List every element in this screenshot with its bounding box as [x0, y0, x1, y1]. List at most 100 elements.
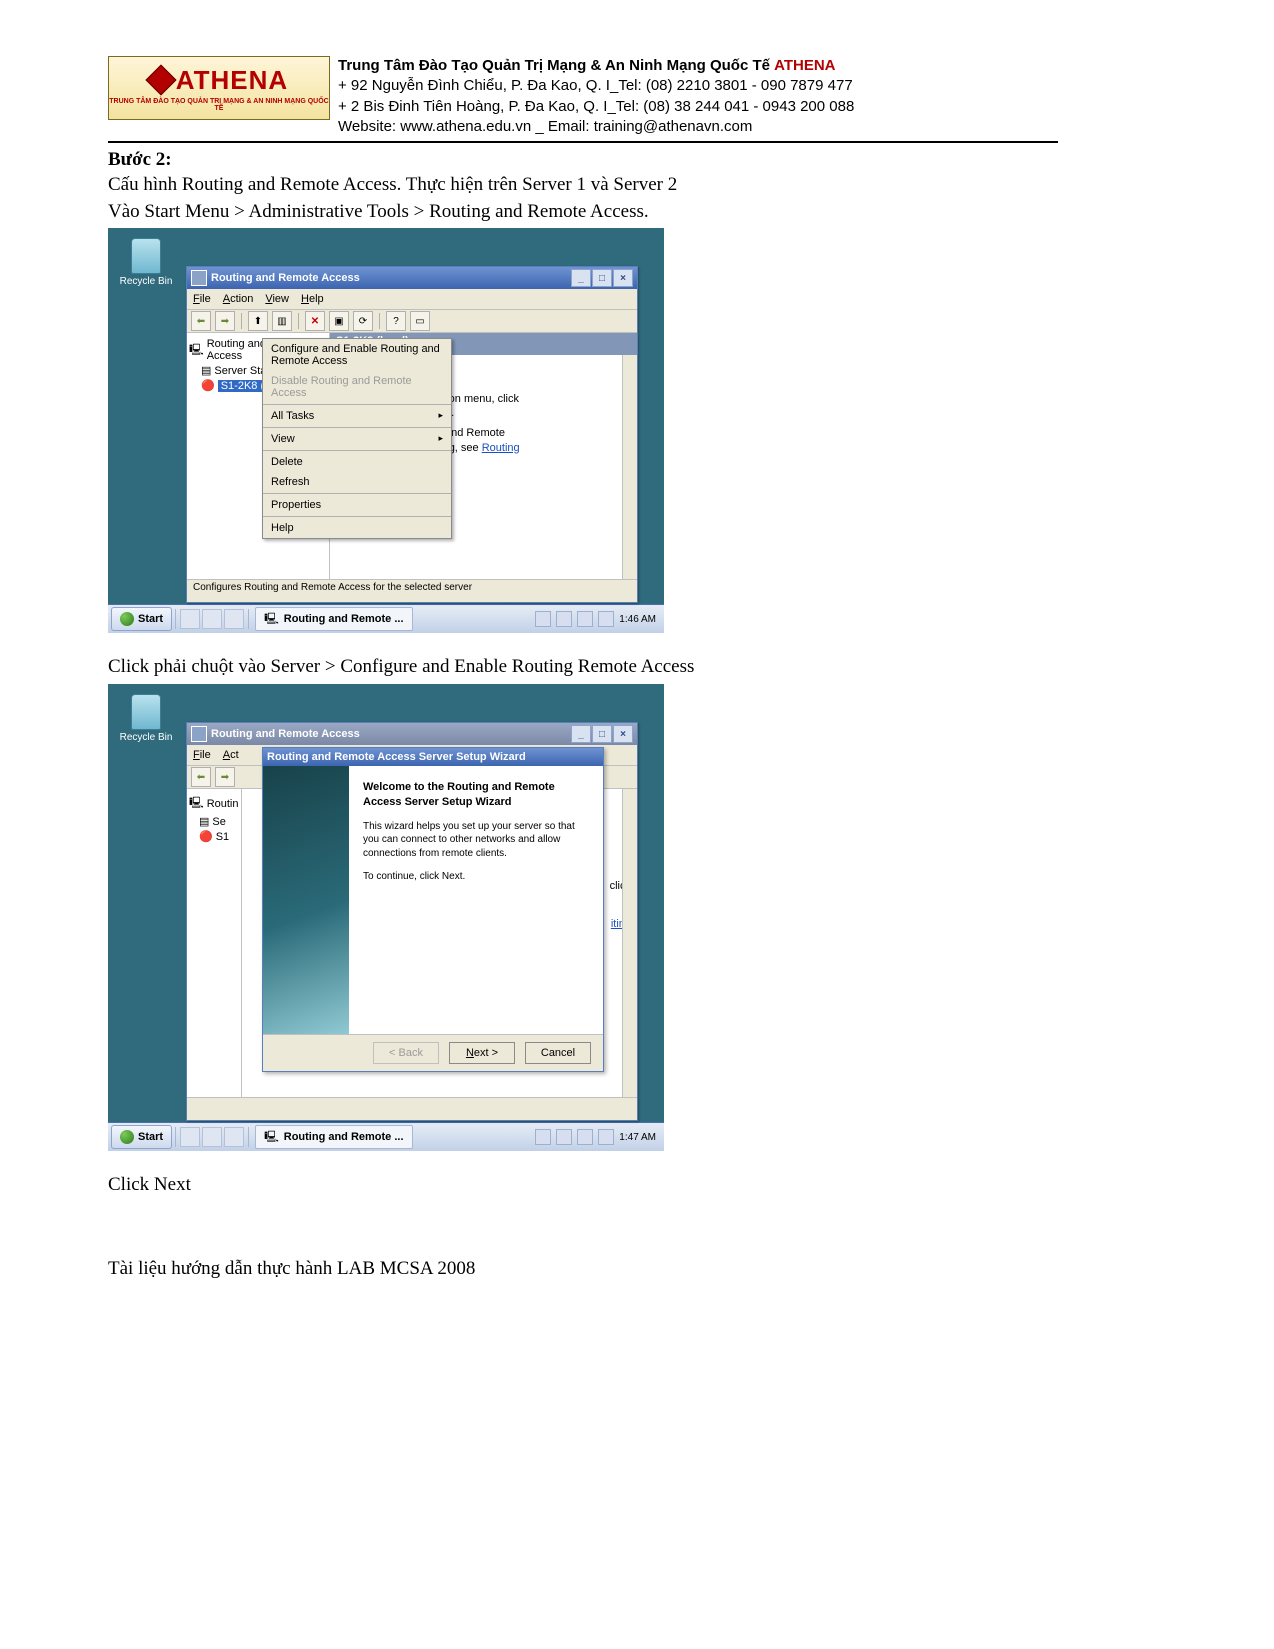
next-button[interactable]: Next >: [449, 1042, 515, 1064]
app-icon: [191, 270, 207, 286]
clock: 1:47 AM: [619, 1132, 656, 1143]
delete-button[interactable]: ✕: [305, 311, 325, 331]
setup-wizard: Routing and Remote Access Server Setup W…: [262, 747, 604, 1072]
wizard-titlebar[interactable]: Routing and Remote Access Server Setup W…: [263, 748, 603, 766]
header-addr2: + 2 Bis Đinh Tiên Hoàng, P. Đa Kao, Q. I…: [338, 97, 854, 117]
ctx-help[interactable]: Help: [263, 518, 451, 538]
extra-button[interactable]: ▭: [410, 311, 430, 331]
title-bar[interactable]: Routing and Remote Access _ □ ×: [187, 267, 637, 289]
maximize-button[interactable]: □: [592, 725, 612, 743]
step-p3: Click phải chuột vào Server > Configure …: [108, 655, 1058, 680]
tray-icon-3[interactable]: [577, 611, 593, 627]
show-hide-button[interactable]: ▥: [272, 311, 292, 331]
tray-icon-4[interactable]: [598, 611, 614, 627]
app-icon: [191, 726, 207, 742]
tray-icon-1[interactable]: [535, 611, 551, 627]
menu-bar: File Action View Help: [187, 289, 637, 310]
cancel-button[interactable]: Cancel: [525, 1042, 591, 1064]
quick-launch: [175, 1127, 249, 1147]
refresh-button[interactable]: ⟳: [353, 311, 373, 331]
ctx-delete[interactable]: Delete: [263, 452, 451, 472]
system-tray: 1:47 AM: [527, 1129, 664, 1145]
tree-s1[interactable]: 🔴 S1: [189, 829, 239, 844]
close-button[interactable]: ×: [613, 725, 633, 743]
tree-pane: 🖳 Routin ▤ Se 🔴 S1: [187, 789, 242, 1097]
document-header: ATHENA TRUNG TÂM ĐÀO TẠO QUẢN TRỊ MẠNG &…: [108, 56, 1058, 143]
back-button[interactable]: ⬅: [191, 311, 211, 331]
recycle-bin-icon: [131, 238, 161, 274]
minimize-button[interactable]: _: [571, 725, 591, 743]
menu-action[interactable]: Act: [223, 749, 239, 761]
forward-button[interactable]: ➡: [215, 767, 235, 787]
tray-icon-2[interactable]: [556, 611, 572, 627]
ctx-view[interactable]: View: [263, 429, 451, 449]
wizard-content: Welcome to the Routing and Remote Access…: [349, 766, 603, 1034]
ql-item-1[interactable]: [180, 1127, 200, 1147]
header-title: Trung Tâm Đào Tạo Quản Trị Mạng & An Nin…: [338, 57, 774, 74]
wizard-h2: Access Server Setup Wizard: [363, 796, 511, 808]
header-brand: ATHENA: [774, 57, 835, 74]
ql-item-1[interactable]: [180, 609, 200, 629]
window-title: Routing and Remote Access: [211, 728, 360, 740]
wizard-p1: This wizard helps you set up your server…: [363, 820, 589, 861]
tray-icon-1[interactable]: [535, 1129, 551, 1145]
wizard-banner: [263, 766, 349, 1034]
ctx-refresh[interactable]: Refresh: [263, 472, 451, 492]
tree-se[interactable]: ▤ Se: [189, 814, 239, 829]
scrollbar[interactable]: [622, 355, 637, 579]
recycle-bin[interactable]: Recycle Bin: [116, 238, 176, 287]
tray-icon-2[interactable]: [556, 1129, 572, 1145]
start-label: Start: [138, 613, 163, 625]
screenshot-2: Recycle Bin Routing and Remote Access _ …: [108, 684, 664, 1151]
tray-icon-3[interactable]: [577, 1129, 593, 1145]
properties-button[interactable]: ▣: [329, 311, 349, 331]
step-p2: Vào Start Menu > Administrative Tools > …: [108, 200, 1058, 225]
logo-diamond-icon: [145, 64, 176, 95]
start-button[interactable]: Start: [111, 1125, 172, 1149]
help-button[interactable]: ?: [386, 311, 406, 331]
tree-root[interactable]: 🖳 Routin: [189, 793, 239, 814]
wizard-title: Routing and Remote Access Server Setup W…: [267, 751, 526, 763]
scrollbar[interactable]: [622, 789, 637, 1097]
start-button[interactable]: Start: [111, 607, 172, 631]
ql-item-3[interactable]: [224, 1127, 244, 1147]
menu-view[interactable]: View: [265, 293, 289, 305]
taskbar-task-rras[interactable]: 🖳 Routing and Remote ...: [255, 1125, 412, 1149]
context-menu: Configure and Enable Routing and Remote …: [262, 338, 452, 539]
title-bar[interactable]: Routing and Remote Access _ □ ×: [187, 723, 637, 745]
close-button[interactable]: ×: [613, 269, 633, 287]
ctx-properties[interactable]: Properties: [263, 495, 451, 515]
taskbar: Start 🖳 Routing and Remote ... 1:46 AM: [108, 604, 664, 633]
menu-action[interactable]: Action: [223, 293, 254, 305]
start-orb-icon: [120, 1130, 134, 1144]
start-label: Start: [138, 1131, 163, 1143]
back-button: < Back: [373, 1042, 439, 1064]
menu-help[interactable]: Help: [301, 293, 324, 305]
minimize-button[interactable]: _: [571, 269, 591, 287]
recycle-bin[interactable]: Recycle Bin: [116, 694, 176, 743]
forward-button[interactable]: ➡: [215, 311, 235, 331]
ctx-configure[interactable]: Configure and Enable Routing and Remote …: [263, 339, 451, 371]
menu-file[interactable]: File: [193, 293, 211, 305]
menu-file[interactable]: File: [193, 749, 211, 761]
ql-item-2[interactable]: [202, 1127, 222, 1147]
routing-link[interactable]: Routing: [482, 442, 520, 454]
maximize-button[interactable]: □: [592, 269, 612, 287]
wizard-p2: To continue, click Next.: [363, 870, 589, 884]
ctx-all-tasks[interactable]: All Tasks: [263, 406, 451, 426]
start-orb-icon: [120, 612, 134, 626]
ql-item-3[interactable]: [224, 609, 244, 629]
toolbar: ⬅ ➡ ⬆ ▥ ✕ ▣ ⟳ ? ▭: [187, 310, 637, 333]
header-addr1: + 92 Nguyễn Đình Chiểu, P. Đa Kao, Q. I_…: [338, 76, 854, 96]
recycle-bin-icon: [131, 694, 161, 730]
ql-item-2[interactable]: [202, 609, 222, 629]
logo-tagline: TRUNG TÂM ĐÀO TẠO QUẢN TRỊ MẠNG & AN NIN…: [109, 98, 329, 112]
up-button[interactable]: ⬆: [248, 311, 268, 331]
back-button[interactable]: ⬅: [191, 767, 211, 787]
taskbar-task-rras[interactable]: 🖳 Routing and Remote ...: [255, 607, 412, 631]
step-p4: Click Next: [108, 1173, 1058, 1198]
taskbar: Start 🖳 Routing and Remote ... 1:47 AM: [108, 1122, 664, 1151]
screenshot-1: Recycle Bin Routing and Remote Access _ …: [108, 228, 664, 633]
tray-icon-4[interactable]: [598, 1129, 614, 1145]
status-bar: [187, 1097, 637, 1120]
